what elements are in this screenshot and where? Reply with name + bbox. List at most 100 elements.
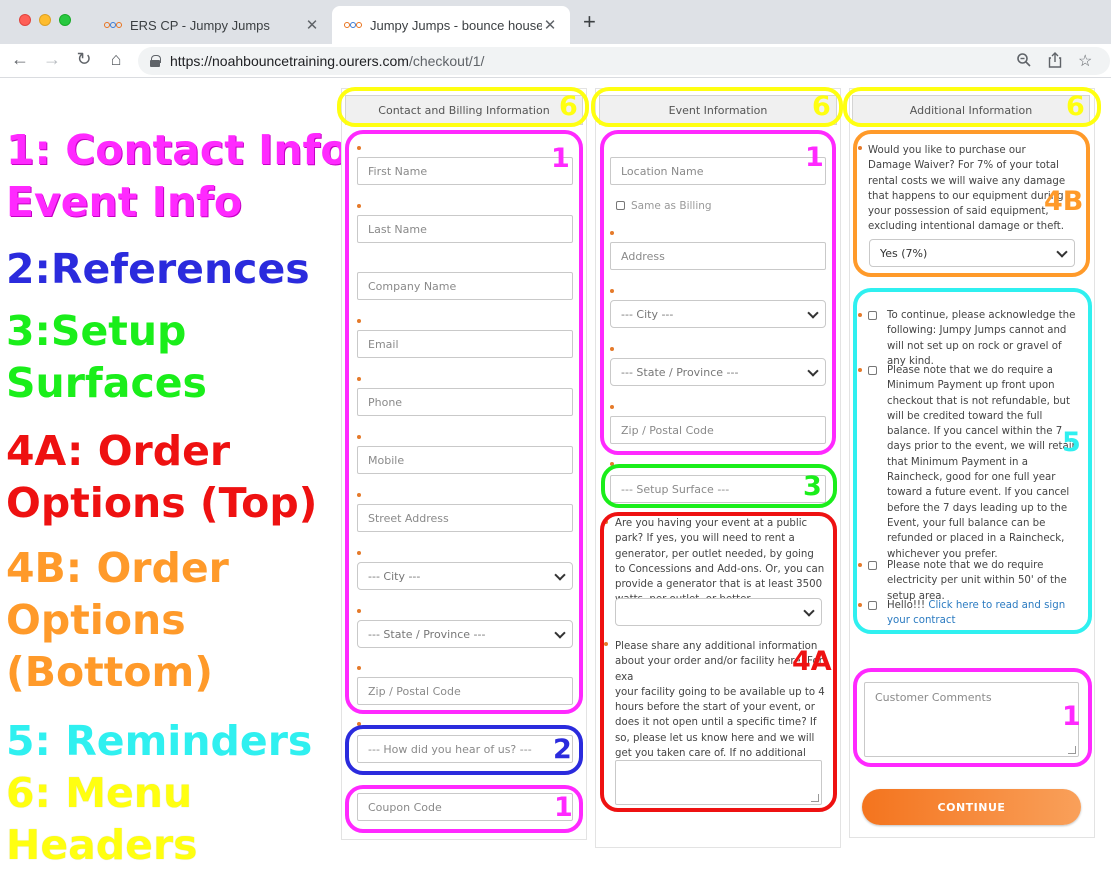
- required-marker: [357, 722, 361, 726]
- customer-comments-textarea[interactable]: Customer Comments: [864, 682, 1079, 757]
- legend-text: Options: [6, 596, 186, 644]
- billing-city-select[interactable]: --- City ---: [357, 562, 573, 590]
- legend-text: 2:References: [6, 245, 310, 293]
- url-host: https://noahbouncetraining.ourers.com: [170, 53, 409, 69]
- annotation-number: 1: [1062, 701, 1081, 732]
- setup-surface-select[interactable]: --- Setup Surface ---: [610, 475, 826, 503]
- referral-select[interactable]: --- How did you hear of us? ---: [357, 735, 573, 763]
- required-marker: [357, 204, 361, 208]
- tab-jumpy-jumps[interactable]: Jumpy Jumps - bounce house ✕: [332, 6, 570, 44]
- tab-ers-cp[interactable]: ERS CP - Jumpy Jumps ✕: [92, 6, 332, 44]
- coupon-code-input[interactable]: Coupon Code: [357, 793, 573, 821]
- billing-state-select[interactable]: --- State / Province ---: [357, 620, 573, 648]
- event-address-input[interactable]: Address: [610, 242, 826, 270]
- legend-setup-surfaces: 3:Setup Surfaces: [6, 305, 207, 409]
- phone-input[interactable]: Phone: [357, 388, 573, 416]
- legend-text: 4B: Order: [6, 544, 229, 592]
- required-marker: [357, 146, 361, 150]
- required-marker: [357, 319, 361, 323]
- continue-button[interactable]: CONTINUE: [862, 789, 1081, 825]
- required-marker: [858, 368, 862, 372]
- required-marker: [357, 551, 361, 555]
- legend-text: Headers: [6, 821, 198, 869]
- mobile-input[interactable]: Mobile: [357, 446, 573, 474]
- required-marker: [357, 609, 361, 613]
- chevron-down-icon: [807, 366, 819, 378]
- close-window-icon[interactable]: [19, 14, 31, 26]
- reload-icon[interactable]: ↻: [72, 49, 96, 70]
- required-marker: [357, 377, 361, 381]
- street-address-input[interactable]: Street Address: [357, 504, 573, 532]
- required-marker: [610, 405, 614, 409]
- reminder-payment-text: Please note that we do require a Minimum…: [887, 365, 1079, 560]
- minimize-window-icon[interactable]: [39, 14, 51, 26]
- company-logo-icon: [104, 20, 122, 30]
- bookmark-star-icon[interactable]: ☆: [1078, 51, 1092, 71]
- legend-order-options-bottom: 4B: Order Options (Bottom): [6, 542, 229, 698]
- legend-order-options-top: 4A: Order Options (Top): [6, 425, 317, 529]
- close-icon[interactable]: ✕: [304, 16, 320, 34]
- annotation-number: 3: [803, 471, 822, 502]
- required-marker: [604, 642, 608, 646]
- share-icon[interactable]: [1048, 52, 1062, 72]
- new-tab-button[interactable]: +: [583, 11, 596, 33]
- same-as-billing-checkbox[interactable]: [616, 201, 625, 210]
- tab-bar: ERS CP - Jumpy Jumps ✕ Jumpy Jumps - bou…: [0, 0, 1111, 44]
- event-state-select[interactable]: --- State / Province ---: [610, 358, 826, 386]
- acknowledge-electricity-checkbox[interactable]: [868, 561, 877, 570]
- chevron-down-icon: [554, 628, 566, 640]
- url-path: /checkout/1/: [408, 53, 485, 69]
- legend-text: 5: Reminders: [6, 717, 313, 765]
- same-as-billing-label: Same as Billing: [631, 200, 712, 212]
- annotation-number: 1: [805, 142, 824, 173]
- home-icon[interactable]: ⌂: [104, 49, 128, 70]
- required-marker: [610, 462, 614, 466]
- reminder-electricity-text: Please note that we do require electrici…: [887, 560, 1067, 602]
- company-logo-icon: [344, 20, 362, 30]
- event-zip-input[interactable]: Zip / Postal Code: [610, 416, 826, 444]
- required-marker: [858, 563, 862, 567]
- legend-text: 6: Menu: [6, 769, 193, 817]
- public-park-select[interactable]: [615, 598, 822, 626]
- resize-grip-icon[interactable]: [1068, 746, 1076, 754]
- last-name-input[interactable]: Last Name: [357, 215, 573, 243]
- event-header[interactable]: Event Information: [599, 95, 837, 125]
- email-input[interactable]: Email: [357, 330, 573, 358]
- event-city-value: --- City ---: [621, 307, 674, 321]
- public-park-question: Are you having your event at a public pa…: [615, 518, 825, 605]
- first-name-input[interactable]: First Name: [357, 157, 573, 185]
- contract-prefix: Hello!!!: [887, 600, 926, 611]
- billing-state-value: --- State / Province ---: [368, 627, 486, 641]
- event-city-select[interactable]: --- City ---: [610, 300, 826, 328]
- legend-text: 4A: Order: [6, 427, 231, 475]
- damage-waiver-select[interactable]: Yes (7%): [869, 239, 1075, 267]
- lock-icon: [150, 55, 161, 67]
- legend-text: 1: Contact Info/: [6, 126, 364, 174]
- chevron-down-icon: [1056, 247, 1068, 259]
- legend-reminders: 5: Reminders: [6, 715, 312, 767]
- close-icon[interactable]: ✕: [542, 16, 558, 34]
- reminder-contract-text: Hello!!! Click here to read and sign you…: [887, 598, 1077, 629]
- required-marker: [610, 231, 614, 235]
- legend-menu-headers: 6: Menu Headers: [6, 767, 198, 871]
- required-marker: [610, 289, 614, 293]
- annotation-number: 2: [553, 734, 572, 765]
- additional-header[interactable]: Additional Information: [852, 95, 1090, 125]
- location-name-input[interactable]: Location Name: [610, 157, 826, 185]
- billing-city-value: --- City ---: [368, 569, 421, 583]
- resize-grip-icon[interactable]: [811, 794, 819, 802]
- additional-info-textarea[interactable]: [615, 760, 822, 805]
- billing-zip-input[interactable]: Zip / Postal Code: [357, 677, 573, 705]
- company-name-input[interactable]: Company Name: [357, 272, 573, 300]
- forward-arrow-icon[interactable]: →: [40, 49, 64, 70]
- annotation-number: 5: [1062, 427, 1081, 458]
- zoom-icon[interactable]: [1016, 52, 1032, 72]
- legend-contact-info: 1: Contact Info/ Event Info: [6, 124, 364, 228]
- acknowledge-payment-checkbox[interactable]: [868, 366, 877, 375]
- acknowledge-surface-checkbox[interactable]: [868, 311, 877, 320]
- maximize-window-icon[interactable]: [59, 14, 71, 26]
- contact-header[interactable]: Contact and Billing Information: [345, 95, 583, 125]
- back-arrow-icon[interactable]: ←: [8, 49, 32, 70]
- address-bar[interactable]: https://noahbouncetraining.ourers.com/ch…: [138, 47, 1110, 75]
- acknowledge-contract-checkbox[interactable]: [868, 601, 877, 610]
